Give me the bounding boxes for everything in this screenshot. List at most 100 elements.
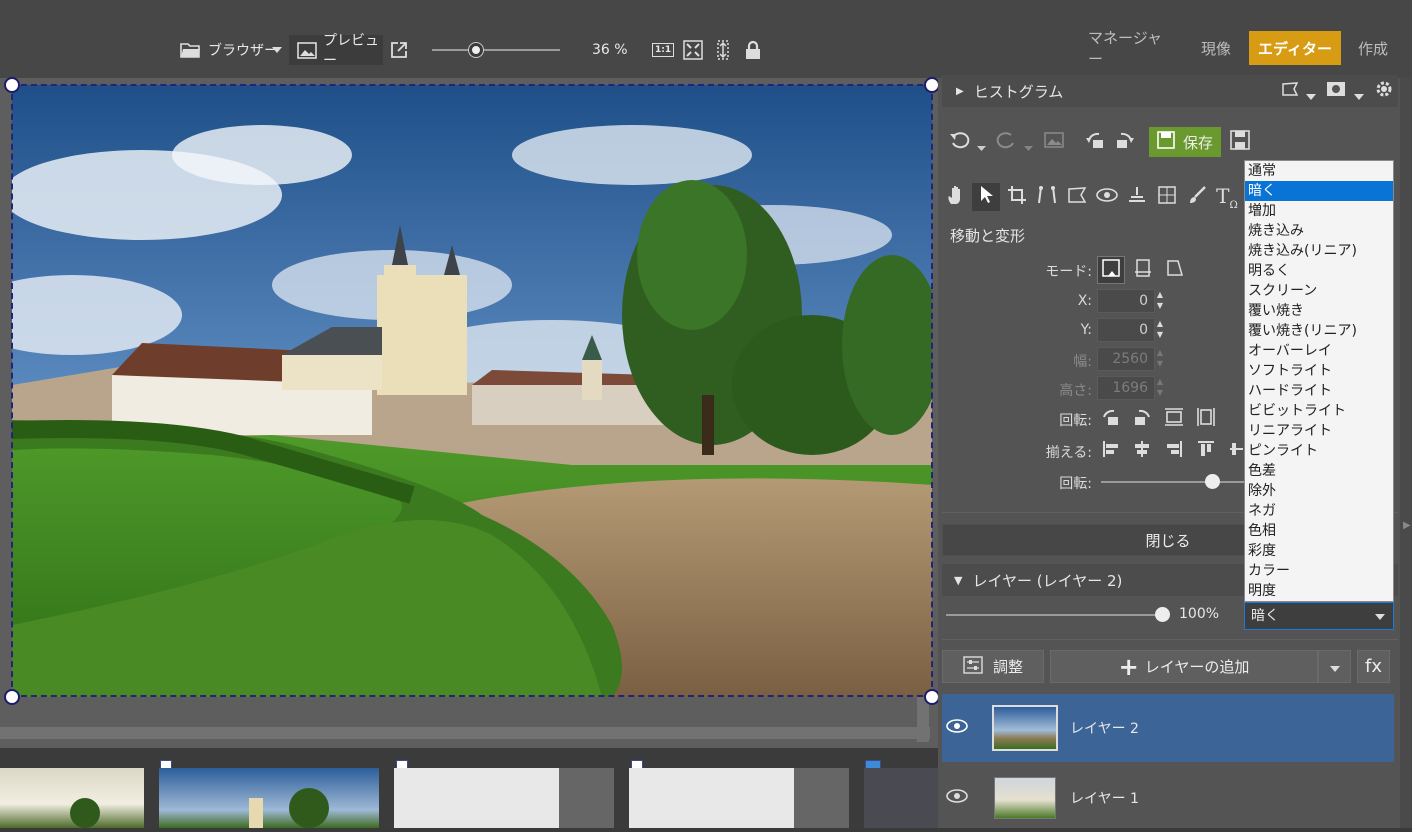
blend-mode-option[interactable]: 焼き込み bbox=[1245, 221, 1393, 241]
blend-mode-option[interactable]: 通常 bbox=[1245, 161, 1393, 181]
thumbnail[interactable] bbox=[0, 768, 144, 828]
blend-mode-option[interactable]: ネガ bbox=[1245, 501, 1393, 521]
blend-mode-option[interactable]: スクリーン bbox=[1245, 281, 1393, 301]
blend-mode-option[interactable]: 除外 bbox=[1245, 481, 1393, 501]
x-input[interactable]: 0 bbox=[1097, 289, 1155, 313]
adjust-button[interactable]: 調整 bbox=[942, 650, 1044, 683]
image-history-button[interactable] bbox=[1040, 128, 1068, 156]
tab-manager[interactable]: マネージャー bbox=[1088, 29, 1174, 68]
resize-handle-top-left[interactable] bbox=[4, 77, 20, 93]
tab-develop[interactable]: 現像 bbox=[1192, 31, 1240, 65]
rotate-ccw-button[interactable] bbox=[1097, 405, 1125, 433]
align-top-button[interactable] bbox=[1192, 437, 1220, 465]
save-button[interactable]: 保存 bbox=[1149, 127, 1221, 157]
transform-tool[interactable] bbox=[1153, 183, 1181, 211]
align-top-icon bbox=[1197, 440, 1215, 462]
blend-mode-option[interactable]: 覆い焼き(リニア) bbox=[1245, 321, 1393, 341]
mode-free-button[interactable] bbox=[1097, 256, 1125, 284]
blend-mode-option[interactable]: ハードライト bbox=[1245, 381, 1393, 401]
mask-button[interactable] bbox=[1322, 77, 1350, 105]
tab-create[interactable]: 作成 bbox=[1350, 31, 1396, 65]
redo-button[interactable] bbox=[992, 128, 1020, 156]
lock-button[interactable] bbox=[744, 36, 762, 64]
mode-scale-button[interactable] bbox=[1129, 256, 1157, 284]
thumbnail[interactable] bbox=[864, 768, 938, 828]
eye-icon[interactable] bbox=[946, 789, 976, 807]
blend-mode-option[interactable]: 色差 bbox=[1245, 461, 1393, 481]
red-eye-tool[interactable] bbox=[1093, 183, 1121, 211]
fit-height-button[interactable] bbox=[713, 36, 733, 64]
blend-mode-option[interactable]: 増加 bbox=[1245, 201, 1393, 221]
align-right-button[interactable] bbox=[1160, 437, 1188, 465]
undo-button[interactable] bbox=[946, 128, 974, 156]
save-as-button[interactable] bbox=[1226, 128, 1254, 156]
rotate-right-button[interactable] bbox=[1110, 128, 1138, 156]
blend-mode-option[interactable]: オーバーレイ bbox=[1245, 341, 1393, 361]
perspective-tool[interactable] bbox=[1033, 183, 1061, 211]
settings-button[interactable] bbox=[1370, 77, 1398, 105]
chevron-down-icon[interactable] bbox=[1354, 88, 1364, 104]
fx-button[interactable]: fx bbox=[1357, 650, 1390, 683]
browser-button[interactable]: ブラウザー bbox=[180, 36, 278, 64]
y-input[interactable]: 0 bbox=[1097, 318, 1155, 342]
move-tool[interactable] bbox=[972, 183, 1000, 211]
blend-mode-option[interactable]: 明度 bbox=[1245, 581, 1393, 601]
resize-handle-bottom-left[interactable] bbox=[4, 689, 20, 705]
blend-mode-option[interactable]: 焼き込み(リニア) bbox=[1245, 241, 1393, 261]
rotate-left-button[interactable] bbox=[1082, 128, 1110, 156]
rotate-slider[interactable] bbox=[1101, 481, 1244, 483]
hand-tool[interactable] bbox=[942, 183, 970, 211]
selection-tool[interactable] bbox=[1063, 183, 1091, 211]
blend-mode-option[interactable]: 覆い焼き bbox=[1245, 301, 1393, 321]
flip-vertical-button[interactable] bbox=[1160, 405, 1188, 433]
chevron-down-icon[interactable] bbox=[977, 139, 986, 155]
opacity-slider-handle[interactable] bbox=[1155, 607, 1170, 622]
layer-row[interactable]: レイヤー 2 bbox=[942, 694, 1394, 762]
preview-button[interactable]: プレビュー bbox=[289, 33, 383, 69]
rotate-cw-button[interactable] bbox=[1128, 405, 1156, 433]
flip-horizontal-button[interactable] bbox=[1192, 405, 1220, 433]
align-center-button[interactable] bbox=[1128, 437, 1156, 465]
blend-mode-option[interactable]: 明るく bbox=[1245, 261, 1393, 281]
rotate-slider-handle[interactable] bbox=[1205, 474, 1220, 489]
horizontal-scrollbar[interactable] bbox=[0, 727, 930, 739]
x-stepper[interactable]: ▲ ▼ bbox=[1153, 289, 1167, 313]
align-left-button[interactable] bbox=[1097, 437, 1125, 465]
actual-size-button[interactable]: 1:1 bbox=[652, 36, 675, 64]
mode-skew-button[interactable] bbox=[1161, 256, 1189, 284]
open-external-button[interactable] bbox=[390, 36, 408, 64]
layer-image[interactable] bbox=[12, 85, 932, 697]
blend-mode-option[interactable]: ビビットライト bbox=[1245, 401, 1393, 421]
text-tool[interactable]: TΩ bbox=[1213, 183, 1241, 211]
thumbnail[interactable] bbox=[394, 768, 614, 828]
brush-tool[interactable] bbox=[1183, 183, 1211, 211]
collapse-arrow-icon[interactable]: ▶ bbox=[1403, 520, 1411, 531]
eye-icon[interactable] bbox=[946, 719, 976, 737]
blend-mode-option[interactable]: 色相 bbox=[1245, 521, 1393, 541]
blend-mode-option[interactable]: ピンライト bbox=[1245, 441, 1393, 461]
histogram-select-tool[interactable] bbox=[1276, 77, 1304, 105]
y-stepper[interactable]: ▲ ▼ bbox=[1153, 318, 1167, 342]
clone-tool[interactable] bbox=[1123, 183, 1151, 211]
tab-editor[interactable]: エディター bbox=[1249, 31, 1341, 65]
opacity-slider[interactable] bbox=[946, 614, 1162, 616]
crop-tool[interactable] bbox=[1003, 183, 1031, 211]
one-to-one-icon: 1:1 bbox=[652, 43, 675, 57]
blend-mode-option[interactable]: リニアライト bbox=[1245, 421, 1393, 441]
fit-screen-button[interactable] bbox=[683, 36, 703, 64]
add-layer-dropdown[interactable] bbox=[1318, 650, 1351, 683]
blend-mode-option[interactable]: 彩度 bbox=[1245, 541, 1393, 561]
zoom-slider-handle[interactable] bbox=[468, 43, 483, 57]
blend-mode-option[interactable]: カラー bbox=[1245, 561, 1393, 581]
add-layer-button[interactable]: + レイヤーの追加 bbox=[1050, 650, 1318, 683]
blend-mode-option[interactable]: ソフトライト bbox=[1245, 361, 1393, 381]
thumbnail[interactable] bbox=[629, 768, 849, 828]
blend-mode-option[interactable]: 暗く bbox=[1245, 181, 1393, 201]
layer-row[interactable]: レイヤー 1 bbox=[942, 764, 1394, 832]
panel-scrollbar[interactable] bbox=[1400, 78, 1412, 828]
browser-dropdown-arrow[interactable] bbox=[272, 36, 282, 64]
thumbnail[interactable] bbox=[159, 768, 379, 828]
chevron-down-icon[interactable] bbox=[1306, 88, 1316, 104]
zoom-slider[interactable] bbox=[432, 49, 560, 51]
blend-mode-select[interactable]: 暗く bbox=[1244, 602, 1394, 630]
